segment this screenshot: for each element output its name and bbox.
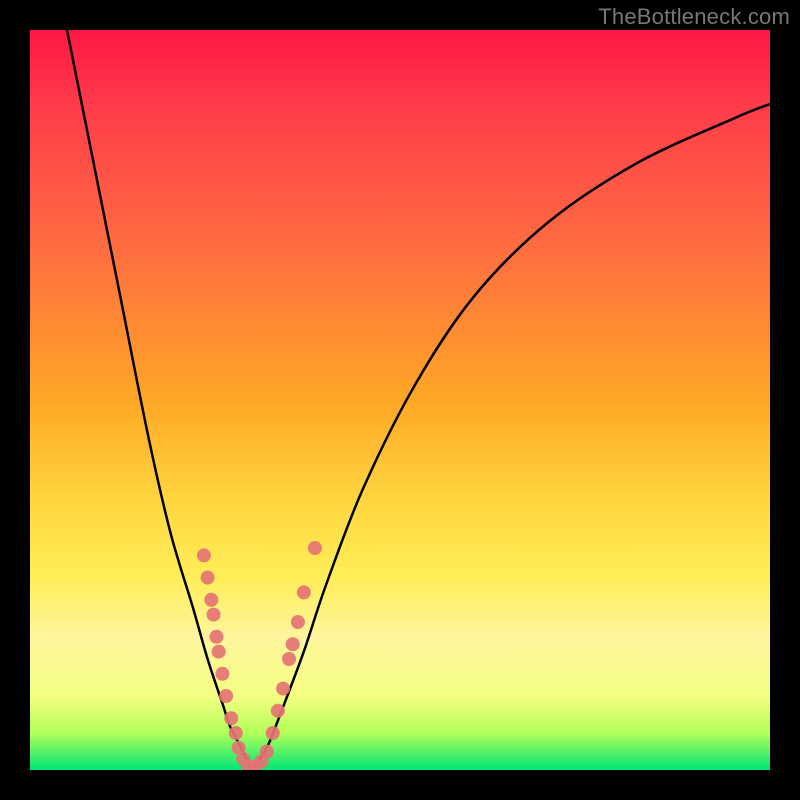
chart-svg <box>30 30 770 770</box>
watermark-text: TheBottleneck.com <box>598 4 790 30</box>
left-curve <box>67 30 252 770</box>
chart-container: TheBottleneck.com <box>0 0 800 800</box>
right-curve <box>252 104 770 770</box>
plot-area <box>30 30 770 770</box>
